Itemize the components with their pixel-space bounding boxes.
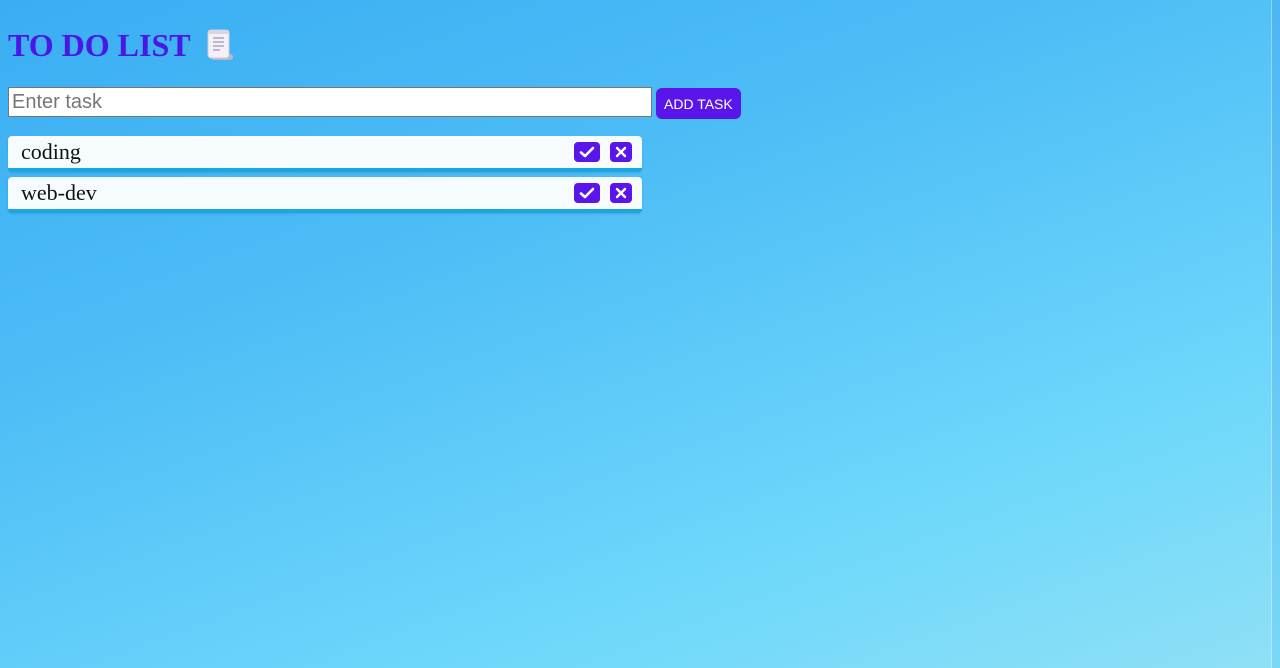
check-icon (579, 146, 595, 158)
add-task-button[interactable]: ADD TASK (656, 88, 741, 119)
task-text: coding (21, 139, 81, 164)
delete-task-button[interactable] (610, 142, 632, 162)
close-icon (615, 187, 627, 199)
add-task-form: ADD TASK (8, 85, 741, 119)
complete-task-button[interactable] (574, 183, 600, 203)
close-icon (615, 146, 627, 158)
page-title: TO DO LIST (8, 27, 191, 63)
task-input[interactable] (8, 87, 652, 117)
task-list: coding web-dev (8, 136, 642, 213)
task-item: web-dev (8, 177, 642, 213)
header: TO DO LIST (8, 26, 741, 64)
delete-task-button[interactable] (610, 183, 632, 203)
scrollbar[interactable] (1272, 0, 1280, 668)
scroll-icon (205, 28, 235, 62)
task-item: coding (8, 136, 642, 172)
task-text: web-dev (21, 180, 97, 205)
check-icon (579, 187, 595, 199)
todo-app: TO DO LIST ADD TASK coding (8, 0, 741, 218)
complete-task-button[interactable] (574, 142, 600, 162)
